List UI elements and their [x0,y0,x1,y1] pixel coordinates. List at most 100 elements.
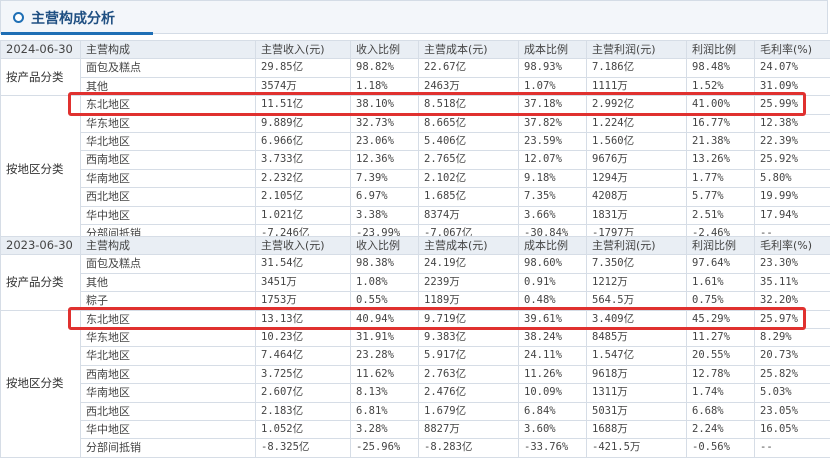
cell-value: 12.78% [686,364,755,385]
cell-value: 7.186亿 [586,58,687,78]
table-row: 按产品分类 面包及糕点 31.54亿 98.38% 24.19亿 98.60% 7.350亿… [0,254,830,311]
cell-value: 1189万 [418,291,519,311]
cell-value: 31.91% [350,328,419,348]
table-row: 按地区分类 东北地区 13.13亿 40.94% 9.719亿 39.61% 3.409亿 4… [0,309,830,458]
cell-value: 35.11% [754,272,830,293]
cell-value: 12.07% [518,150,587,170]
group-label-region: 按地区分类 [0,95,81,244]
period-date: 2023-06-30 [0,235,81,256]
row-label: 华中地区 [80,205,256,226]
table-row: 华南地区 2.232亿 7.39% 2.102亿 9.18% 1294万 1.77% 5.80… [1,168,830,189]
circle-bullet-icon [13,12,24,23]
cell-value: 1.021亿 [255,205,351,226]
cell-value: 39.61% [518,309,587,330]
row-label: 粽子 [80,291,256,311]
cell-value: 2.763亿 [418,364,519,385]
cell-value: 5.80% [754,168,830,189]
cell-value: 37.82% [518,113,587,134]
table-row: 华中地区 1.052亿 3.28% 8827万 3.60% 1688万 2.24% 16.05… [1,420,830,440]
column-header: 毛利率(%) [754,235,830,256]
cell-value: 29.85亿 [255,58,351,78]
cell-value: 9676万 [586,150,687,170]
table-row: 其他 3574万 1.18% 2463万 1.07% 1111万 1.52% 31.09% [1,76,830,97]
cell-value: 98.38% [350,254,419,274]
cell-value: 1.224亿 [586,113,687,134]
row-label: 华中地区 [80,420,256,440]
cell-value: 16.77% [686,113,755,134]
cell-value: 24.07% [754,58,830,78]
cell-value: 12.38% [754,113,830,134]
cell-value: 20.55% [686,346,755,366]
cell-value: 23.30% [754,254,830,274]
table-row: 西北地区 2.105亿 6.97% 1.685亿 7.35% 4208万 5.77% 19.9… [1,187,830,207]
cell-value: 32.20% [754,291,830,311]
cell-value: 13.13亿 [255,309,351,330]
cell-value: 4208万 [586,187,687,207]
cell-value: 31.09% [754,76,830,97]
table-row: 按地区分类 东北地区 11.51亿 38.10% 8.518亿 37.18% 2.992亿 4… [0,95,830,244]
table-row: 华北地区 6.966亿 23.06% 5.406亿 23.59% 1.560亿 21.38%… [1,132,830,152]
cell-value: 98.93% [518,58,587,78]
cell-value: 1.08% [350,272,419,293]
cell-value: 3.28% [350,420,419,440]
cell-value: 98.48% [686,58,755,78]
cell-value: 1.547亿 [586,346,687,366]
cell-value: 25.82% [754,364,830,385]
row-label: 华南地区 [80,168,256,189]
cell-value: 10.09% [518,383,587,403]
cell-value: 16.05% [754,420,830,440]
cell-value: 1.560亿 [586,132,687,152]
row-label: 华东地区 [80,113,256,134]
cell-value: 8.29% [754,328,830,348]
cell-value: 7.35% [518,187,587,207]
row-label: 西南地区 [80,150,256,170]
table-row: 西南地区 3.733亿 12.36% 2.765亿 12.07% 9676万 13.26% 2… [1,150,830,170]
cell-value: 23.05% [754,401,830,422]
cell-value: 7.464亿 [255,346,351,366]
row-label: 其他 [80,272,256,293]
table-row: 粽子 1753万 0.55% 1189万 0.48% 564.5万 0.75% 32.20% [1,291,830,311]
cell-value: 9618万 [586,364,687,385]
cell-value: 8485万 [586,328,687,348]
cell-value: 41.00% [686,95,755,115]
column-header: 主营收入(元) [255,39,351,60]
cell-value: 1111万 [586,76,687,97]
cell-value: 1.685亿 [418,187,519,207]
cell-value: 22.67亿 [418,58,519,78]
column-header: 利润比例 [686,39,755,60]
cell-value: 1831万 [586,205,687,226]
cell-value: 8.13% [350,383,419,403]
cell-value: 25.99% [754,95,830,115]
cell-value: 2.102亿 [418,168,519,189]
period-table: 2024-06-30 主营构成 主营收入(元) 收入比例 主营成本(元) 成本比例 主营利润… [0,39,830,244]
column-header: 主营构成 [80,235,256,256]
cell-value: 564.5万 [586,291,687,311]
cell-value: 5.77% [686,187,755,207]
cell-value: 45.29% [686,309,755,330]
section-header: 主营构成分析 [0,0,828,35]
cell-value: 1753万 [255,291,351,311]
cell-value: 8827万 [418,420,519,440]
cell-value: 25.92% [754,150,830,170]
cell-value: 3.66% [518,205,587,226]
table-row: 华中地区 1.021亿 3.38% 8374万 3.66% 1831万 2.51% 17.94… [1,205,830,226]
table-row: 西南地区 3.725亿 11.62% 2.763亿 11.26% 9618万 12.78% 2… [1,364,830,385]
table-header-row: 2024-06-30 主营构成 主营收入(元) 收入比例 主营成本(元) 成本比例 主营利润… [0,39,830,60]
cell-value: 2.24% [686,420,755,440]
cell-value: 23.06% [350,132,419,152]
table-row: 华北地区 7.464亿 23.28% 5.917亿 24.11% 1.547亿 20.55%… [1,346,830,366]
cell-value: 11.51亿 [255,95,351,115]
cell-value: 5031万 [586,401,687,422]
cell-value: 23.28% [350,346,419,366]
cell-value: 3.60% [518,420,587,440]
cell-value: 2463万 [418,76,519,97]
cell-value: 2.476亿 [418,383,519,403]
cell-value: 11.27% [686,328,755,348]
group-label-product: 按产品分类 [0,254,81,311]
cell-value: 23.59% [518,132,587,152]
cell-value: 9.18% [518,168,587,189]
table-row: 分部间抵销 -8.325亿 -25.96% -8.283亿 -33.76% -421.5万… [1,438,830,458]
cell-value: 3.733亿 [255,150,351,170]
cell-value: 6.81% [350,401,419,422]
cell-value: 98.60% [518,254,587,274]
